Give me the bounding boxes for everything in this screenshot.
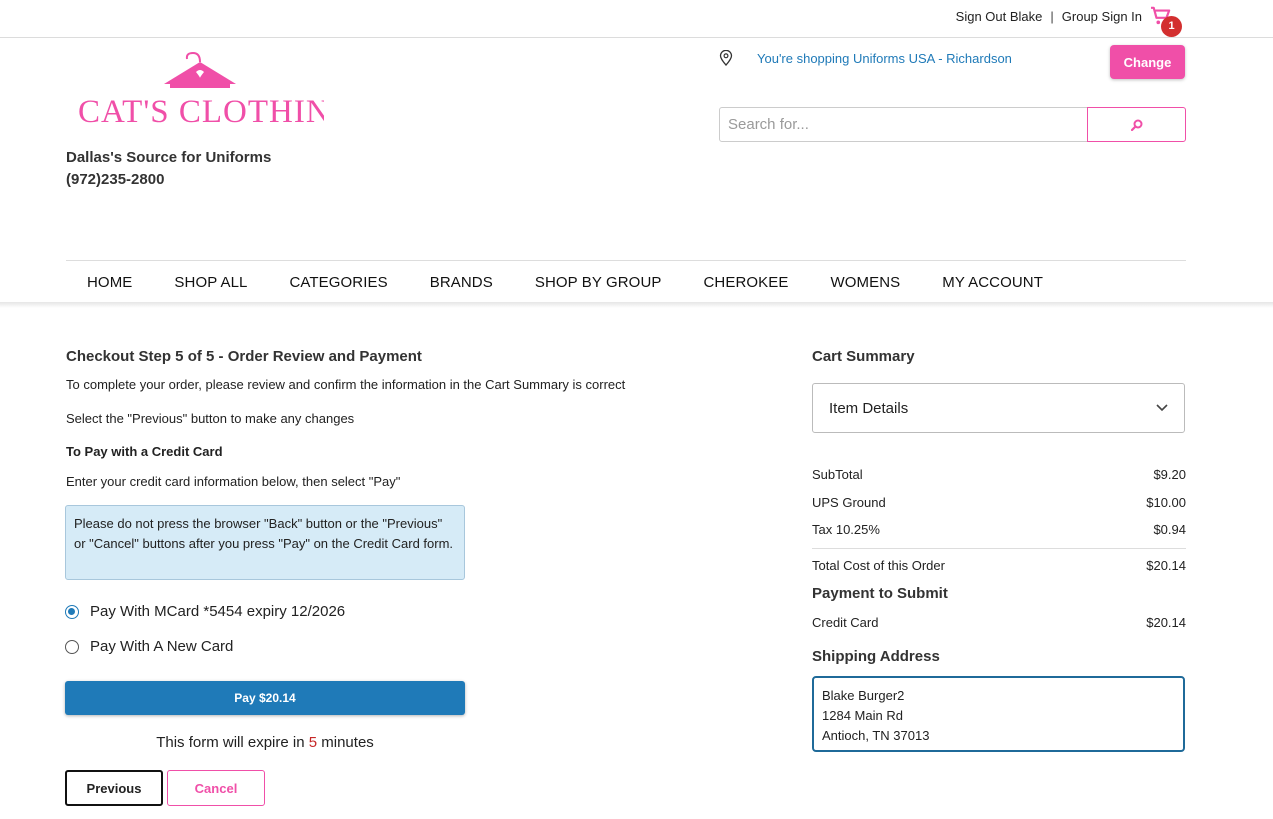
total-label: Total Cost of this Order — [812, 558, 945, 573]
pay-new-card-option[interactable]: Pay With A New Card — [65, 638, 233, 655]
cart-summary-title: Cart Summary — [812, 348, 915, 365]
address-line-1: Blake Burger2 — [822, 688, 905, 703]
nav-item-brands[interactable]: BRANDS — [430, 261, 493, 305]
tax-label: Tax 10.25% — [812, 522, 880, 537]
checkout-title: Checkout Step 5 of 5 - Order Review and … — [66, 348, 422, 365]
change-store-button[interactable]: Change — [1110, 45, 1185, 79]
cart-button[interactable]: 1 — [1150, 4, 1184, 37]
main-nav: HOME SHOP ALL CATEGORIES BRANDS SHOP BY … — [66, 260, 1186, 304]
sign-out-link[interactable]: Sign Out Blake — [956, 9, 1043, 24]
logo-wordmark: CAT'S CLOTHING — [78, 94, 324, 130]
store-phone: (972)235-2800 — [66, 171, 165, 188]
pay-saved-card-option[interactable]: Pay With MCard *5454 expiry 12/2026 — [65, 603, 345, 620]
payment-label: Credit Card — [812, 615, 879, 630]
location-pin-icon — [719, 50, 733, 66]
chevron-down-icon — [1156, 404, 1168, 412]
subtotal-row: SubTotal $9.20 — [812, 467, 1186, 482]
nav-item-shop-all[interactable]: SHOP ALL — [174, 261, 247, 305]
address-line-3: Antioch, TN 37013 — [822, 728, 930, 743]
expire-prefix: This form will expire in — [156, 734, 309, 751]
group-sign-in-link[interactable]: Group Sign In — [1062, 9, 1142, 24]
cancel-button[interactable]: Cancel — [167, 770, 265, 806]
checkout-intro: To complete your order, please review an… — [66, 377, 626, 392]
nav-shadow — [0, 302, 1273, 308]
previous-note: Select the "Previous" button to make any… — [66, 411, 355, 426]
previous-button[interactable]: Previous — [65, 770, 163, 806]
saved-card-label: Pay With MCard *5454 expiry 12/2026 — [90, 603, 346, 620]
payment-title: Payment to Submit — [812, 585, 948, 602]
item-details-label: Item Details — [829, 399, 909, 417]
store-logo[interactable]: CAT'S CLOTHING — [78, 50, 355, 132]
warning-notice: Please do not press the browser "Back" b… — [65, 505, 465, 580]
nav-item-shop-by-group[interactable]: SHOP BY GROUP — [535, 261, 662, 305]
address-line-2: 1284 Main Rd — [822, 708, 903, 723]
shipping-address-title: Shipping Address — [812, 648, 940, 665]
store-name-text: You're shopping Uniforms USA - Richardso… — [757, 50, 1012, 66]
pay-button[interactable]: Pay $20.14 — [65, 681, 465, 715]
item-details-dropdown[interactable]: Item Details — [812, 383, 1185, 433]
summary-divider — [812, 548, 1186, 549]
store-tagline: Dallas's Source for Uniforms (972)235-28… — [66, 147, 271, 191]
payment-row: Credit Card $20.14 — [812, 615, 1186, 630]
account-links: Sign Out Blake | Group Sign In — [956, 9, 1142, 24]
subtotal-value: $9.20 — [1153, 467, 1186, 482]
nav-item-categories[interactable]: CATEGORIES — [289, 261, 387, 305]
search-input[interactable] — [719, 107, 1088, 142]
expiry-notice: This form will expire in 5 minutes — [65, 734, 465, 751]
nav-item-my-account[interactable]: MY ACCOUNT — [942, 261, 1043, 305]
tagline-title: Dallas's Source for Uniforms — [66, 149, 272, 166]
shipping-row: UPS Ground $10.00 — [812, 495, 1186, 510]
shipping-label: UPS Ground — [812, 495, 886, 510]
payment-value: $20.14 — [1146, 615, 1186, 630]
expire-suffix: minutes — [317, 734, 374, 751]
nav-item-home[interactable]: HOME — [87, 261, 132, 305]
top-bar: Sign Out Blake | Group Sign In 1 — [0, 0, 1273, 38]
search-icon — [1131, 119, 1143, 131]
tax-row: Tax 10.25% $0.94 — [812, 522, 1186, 537]
credit-card-instructions: Enter your credit card information below… — [66, 474, 401, 489]
search-button[interactable] — [1087, 107, 1186, 142]
store-location: You're shopping Uniforms USA - Richardso… — [719, 50, 1012, 66]
expire-minutes: 5 — [308, 734, 318, 751]
radio-saved-card[interactable] — [65, 604, 79, 619]
nav-item-cherokee[interactable]: CHEROKEE — [703, 261, 788, 305]
total-value: $20.14 — [1146, 558, 1186, 573]
subtotal-label: SubTotal — [812, 467, 863, 482]
tax-value: $0.94 — [1153, 522, 1186, 537]
radio-new-card[interactable] — [65, 639, 79, 654]
link-separator: | — [1050, 9, 1054, 24]
cart-count-badge: 1 — [1161, 16, 1182, 37]
shipping-value: $10.00 — [1146, 495, 1186, 510]
nav-item-womens[interactable]: WOMENS — [830, 261, 900, 305]
hanger-logo-icon: CAT'S CLOTHING — [78, 51, 355, 130]
shipping-address-box: Blake Burger2 1284 Main Rd Antioch, TN 3… — [812, 676, 1185, 752]
credit-card-heading: To Pay with a Credit Card — [66, 444, 223, 459]
total-row: Total Cost of this Order $20.14 — [812, 558, 1186, 573]
new-card-label: Pay With A New Card — [90, 638, 234, 655]
